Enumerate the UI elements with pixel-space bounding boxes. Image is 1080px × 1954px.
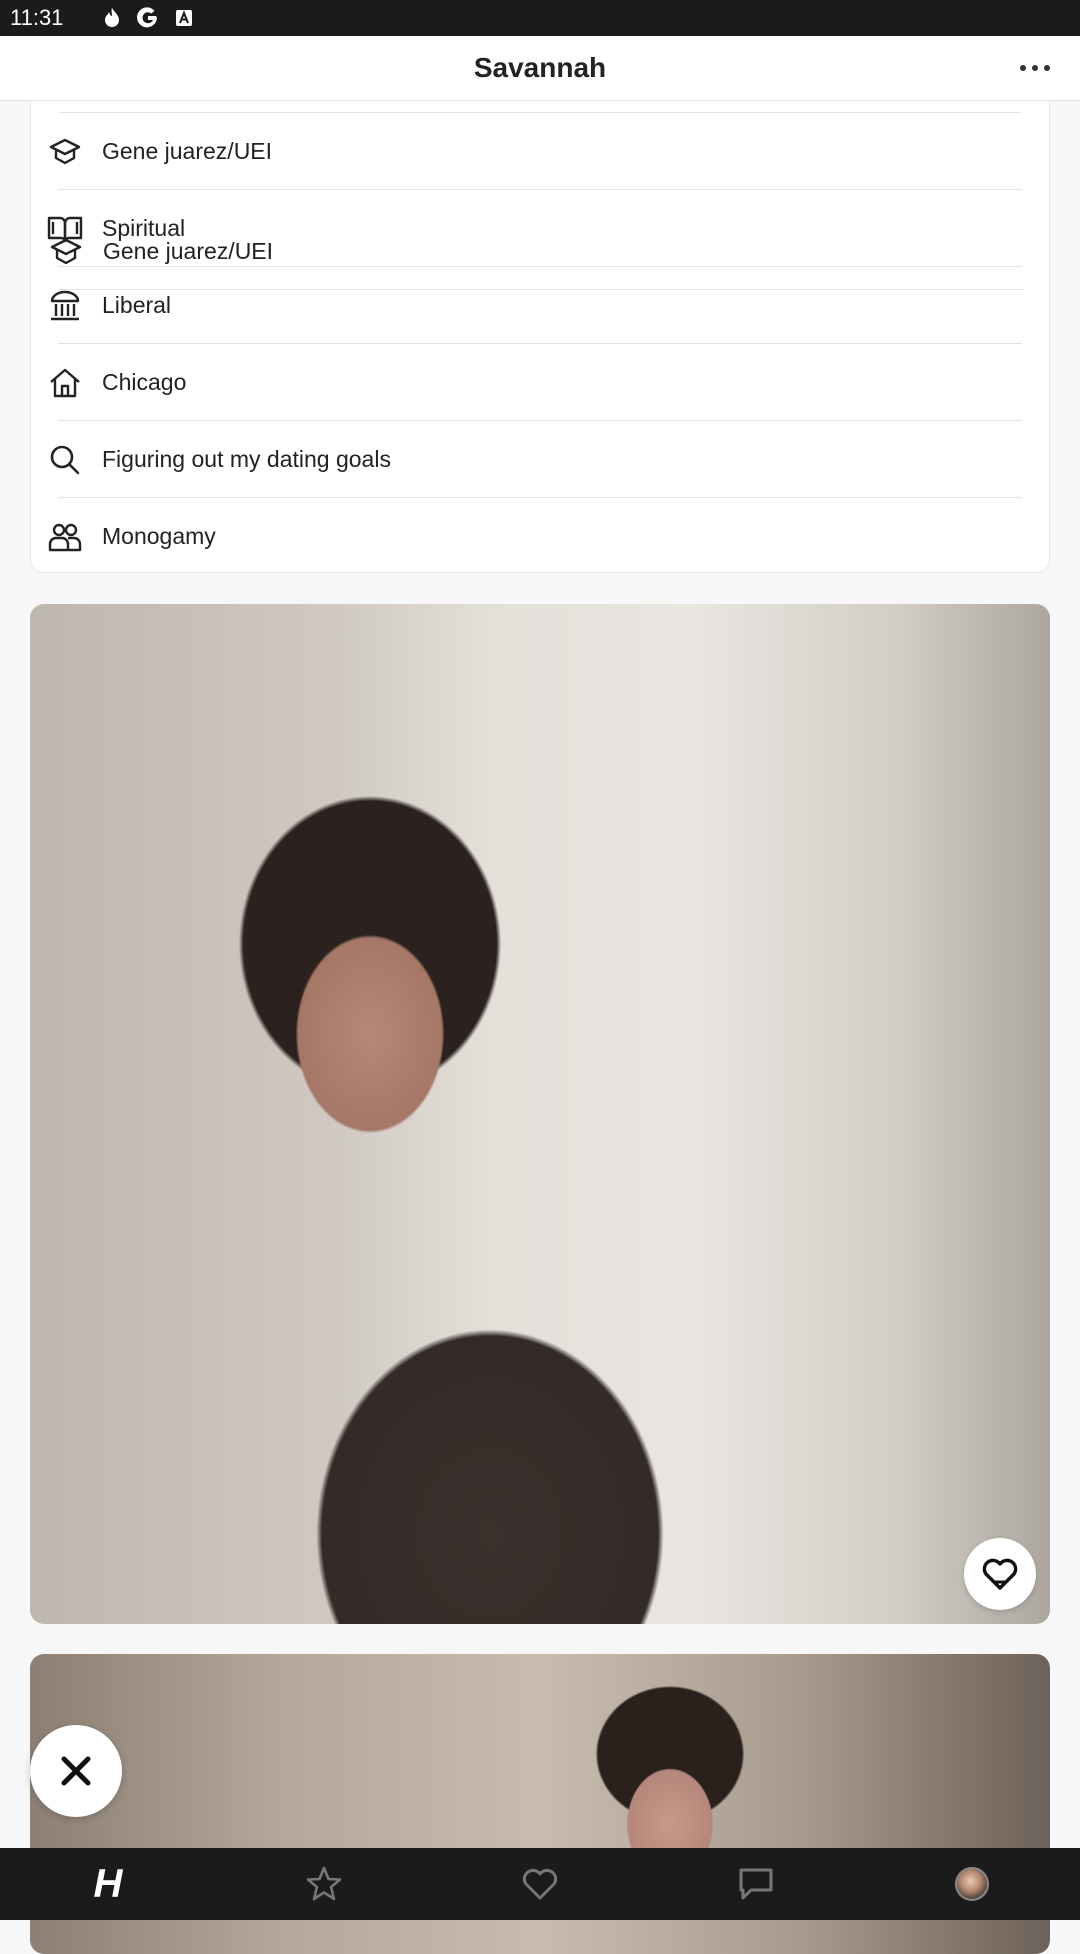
nav-profile[interactable] — [942, 1854, 1002, 1914]
detail-label: Liberal — [102, 292, 172, 318]
google-icon — [137, 7, 159, 29]
nav-discover[interactable]: H — [78, 1854, 138, 1914]
page-title: Savannah — [473, 52, 607, 83]
profile-header: Savannah — [0, 36, 1080, 101]
profile-photo-1[interactable] — [30, 604, 1050, 1624]
nav-matches[interactable] — [726, 1854, 786, 1914]
avatar — [955, 1867, 989, 1901]
detail-row-politics: Liberal — [30, 267, 1050, 344]
profile-details-list: Gene juarez/UEI Spiritual Liberal Chicag… — [30, 101, 1050, 573]
people-icon — [46, 518, 84, 556]
nav-likes[interactable] — [510, 1854, 570, 1914]
detail-row-education: Gene juarez/UEI — [30, 113, 1050, 190]
detail-label: Monogamy — [102, 523, 216, 549]
skip-button[interactable] — [30, 1725, 122, 1817]
detail-row-hometown: Chicago — [30, 344, 1050, 421]
detail-label: Gene juarez/UEI — [102, 138, 273, 164]
detail-label: Spiritual — [102, 215, 186, 241]
flame-icon — [101, 7, 123, 29]
hinge-logo: H — [93, 1861, 123, 1906]
status-time: 11:31 — [10, 5, 64, 30]
nav-standouts[interactable] — [294, 1854, 354, 1914]
heart-icon — [982, 1558, 1018, 1590]
status-bar: 11:31 — [0, 0, 1080, 36]
detail-label: Chicago — [102, 369, 187, 395]
chat-icon — [739, 1868, 773, 1900]
detail-label: Figuring out my dating goals — [102, 446, 391, 472]
more-horizontal-icon[interactable] — [1020, 56, 1050, 80]
close-icon — [61, 1756, 91, 1786]
home-icon — [46, 364, 84, 402]
detail-row-religion: Spiritual — [30, 190, 1050, 267]
detail-row-relationship-type: Monogamy — [30, 498, 1050, 575]
heart-icon — [522, 1868, 558, 1900]
like-photo-button[interactable] — [964, 1538, 1036, 1610]
bottom-navigation: H — [0, 1848, 1080, 1920]
book-open-icon — [46, 210, 84, 248]
search-icon — [46, 441, 84, 479]
font-a-icon — [173, 7, 195, 29]
star-icon — [306, 1866, 342, 1901]
institution-icon — [46, 287, 84, 325]
graduation-cap-icon — [46, 133, 84, 171]
detail-row-dating-goals: Figuring out my dating goals — [30, 421, 1050, 498]
